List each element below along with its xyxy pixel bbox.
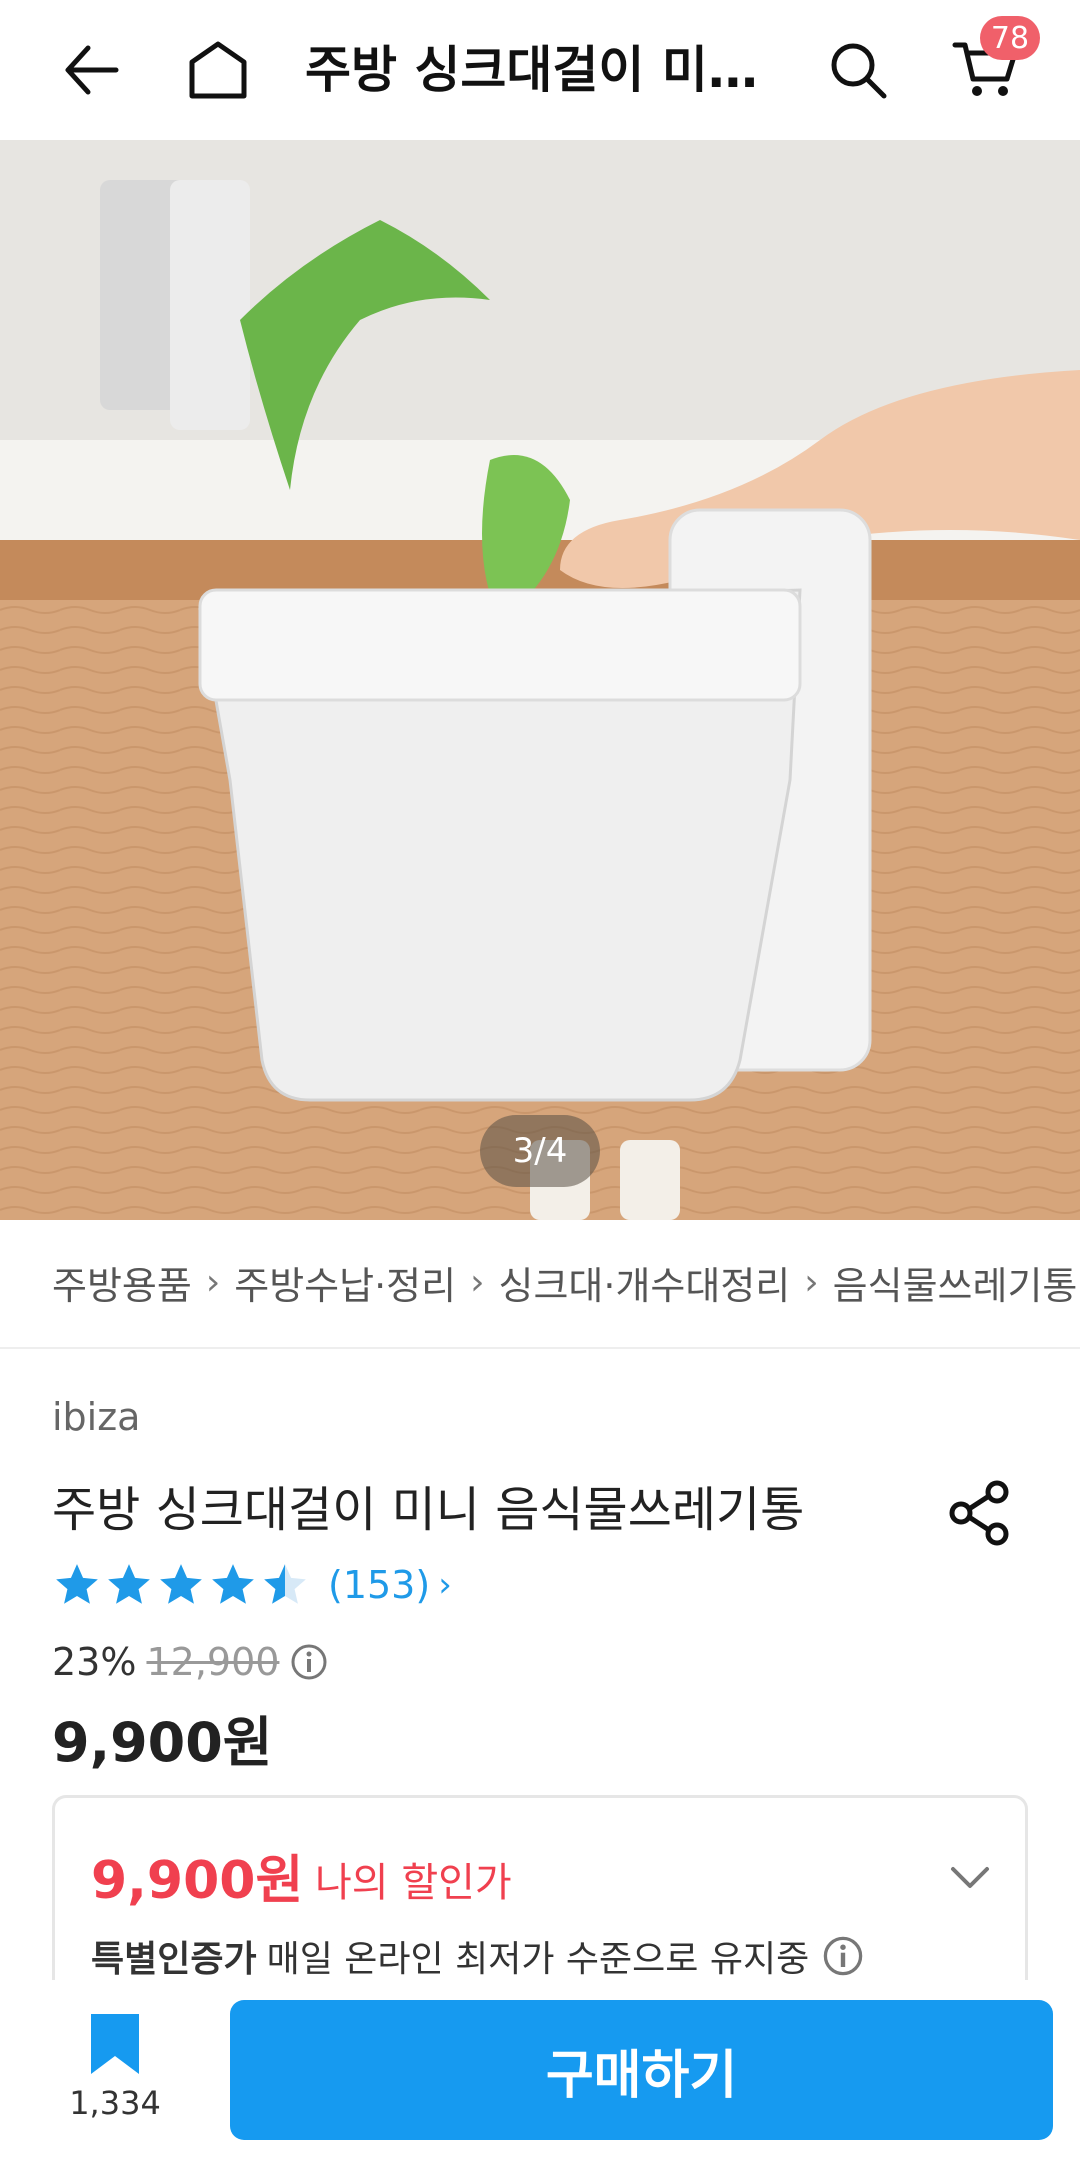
chevron-right-icon: ›	[438, 1565, 452, 1605]
star-icon	[108, 1564, 150, 1604]
section-divider	[0, 1347, 1080, 1349]
info-icon[interactable]	[821, 1934, 865, 1978]
bookmark-button[interactable]: 1,334	[60, 2010, 170, 2130]
chevron-right-icon: ›	[205, 1262, 221, 1303]
share-icon	[949, 1480, 1009, 1546]
product-image[interactable]: 3/4	[0, 140, 1080, 1220]
chevron-right-icon: ›	[470, 1262, 485, 1303]
top-app-bar: 주방 싱크대걸이 미… 78	[0, 0, 1080, 140]
product-photo-illustration	[0, 140, 1080, 1220]
bookmark-icon	[91, 2014, 139, 2074]
bottom-action-bar: 1,334 구매하기	[0, 1980, 1080, 2159]
original-price: 12,900	[146, 1640, 280, 1684]
discount-row: 23% 12,900	[52, 1640, 329, 1684]
star-icon	[160, 1564, 202, 1604]
buy-button[interactable]: 구매하기	[230, 2000, 1053, 2140]
arrow-left-icon	[65, 45, 119, 95]
product-name: 주방 싱크대걸이 미니 음식물쓰레기통	[52, 1482, 805, 1538]
share-button[interactable]	[945, 1478, 1015, 1548]
home-icon	[189, 41, 247, 99]
breadcrumb-item[interactable]: 싱크대·개수대정리	[499, 1255, 791, 1310]
breadcrumb-item[interactable]: 주방용품	[52, 1255, 192, 1310]
chevron-down-icon[interactable]	[945, 1853, 995, 1903]
back-button[interactable]	[50, 30, 130, 110]
star-icon	[212, 1564, 254, 1604]
info-icon[interactable]	[289, 1642, 329, 1682]
sale-price: 9,900원	[52, 1711, 273, 1774]
breadcrumb-item[interactable]: 주방수납·정리	[234, 1255, 456, 1310]
search-icon	[831, 43, 887, 99]
home-button[interactable]	[178, 30, 258, 110]
special-price-note: 특별인증가 매일 온라인 최저가 수준으로 유지중	[91, 1930, 865, 1982]
image-counter: 3/4	[480, 1115, 600, 1187]
special-price-text: 매일 온라인 최저가 수준으로 유지중	[266, 1939, 810, 1980]
chevron-right-icon: ›	[804, 1262, 819, 1303]
star-rating	[52, 1560, 310, 1610]
cart-count-badge: 78	[980, 16, 1040, 60]
star-icon	[56, 1564, 98, 1604]
my-discount-label: 나의 할인가	[315, 1860, 512, 1906]
breadcrumb: 주방용품 › 주방수납·정리 › 싱크대·개수대정리 › 음식물쓰레기통	[52, 1255, 1080, 1310]
page-title: 주방 싱크대걸이 미…	[305, 41, 758, 99]
breadcrumb-item[interactable]: 음식물쓰레기통	[833, 1255, 1078, 1310]
bookmark-count: 1,334	[69, 2084, 161, 2122]
search-button[interactable]	[818, 30, 898, 110]
half-star-icon	[264, 1564, 306, 1604]
brand-name[interactable]: ibiza	[52, 1395, 140, 1439]
discount-percent: 23%	[52, 1640, 137, 1684]
rating-row[interactable]: (153) ›	[52, 1560, 452, 1610]
my-discount-price: 9,900원	[91, 1851, 304, 1911]
review-count[interactable]: (153)	[328, 1563, 430, 1607]
special-price-title: 특별인증가	[91, 1939, 257, 1980]
